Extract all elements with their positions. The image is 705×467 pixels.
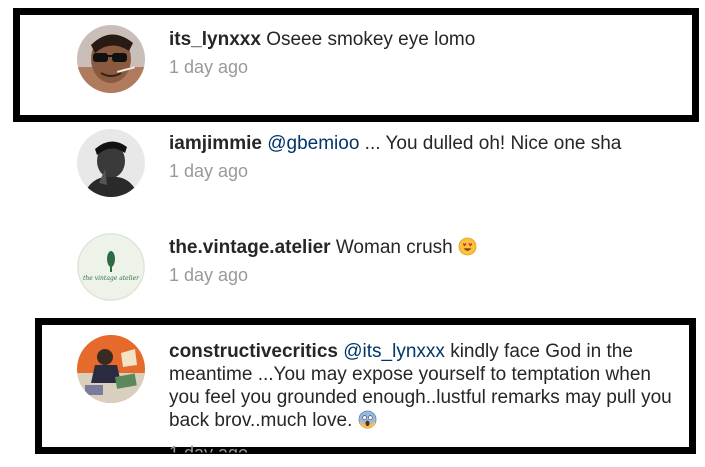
user-avatar[interactable]	[77, 25, 145, 93]
comment-text: the.vintage.atelier Woman crush	[169, 236, 684, 259]
comment-timestamp: 1 day ago	[169, 57, 249, 77]
avatar-vintage-logo-icon: the vintage atelier	[77, 233, 145, 301]
comment-timestamp: 1 day ago	[169, 161, 249, 181]
comment-username[interactable]: the.vintage.atelier	[169, 237, 331, 258]
comment-username[interactable]: constructivecritics	[169, 341, 338, 362]
vintage-logo-text: the vintage atelier	[83, 275, 140, 282]
comment-text: iamjimmie @gbemioo ... You dulled oh! Ni…	[169, 132, 684, 155]
comment-body: Oseee smokey eye lomo	[266, 29, 476, 50]
comment-text: constructivecritics @its_lynxxx kindly f…	[169, 340, 684, 432]
comment-username[interactable]: iamjimmie	[169, 133, 262, 154]
user-avatar[interactable]: the vintage atelier	[77, 233, 145, 301]
heart-eyes-emoji-icon	[458, 237, 477, 256]
avatar-illustration-icon	[77, 335, 145, 403]
comment-text: its_lynxxx Oseee smokey eye lomo	[169, 28, 684, 51]
comment-body: ... You dulled oh! Nice one sha	[364, 133, 622, 154]
comment-username[interactable]: its_lynxxx	[169, 29, 261, 50]
avatar-sunglasses-man-icon	[77, 25, 145, 93]
comment-timestamp: 1 day ago	[169, 265, 249, 285]
comment-mention-link[interactable]: @gbemioo	[267, 133, 359, 154]
user-avatar[interactable]	[77, 335, 145, 403]
scream-emoji-icon	[358, 410, 377, 429]
avatar-bw-man-icon	[77, 129, 145, 197]
user-avatar[interactable]	[77, 129, 145, 197]
comment-body: Woman crush	[335, 237, 453, 258]
comment-mention-link[interactable]: @its_lynxxx	[343, 341, 445, 362]
